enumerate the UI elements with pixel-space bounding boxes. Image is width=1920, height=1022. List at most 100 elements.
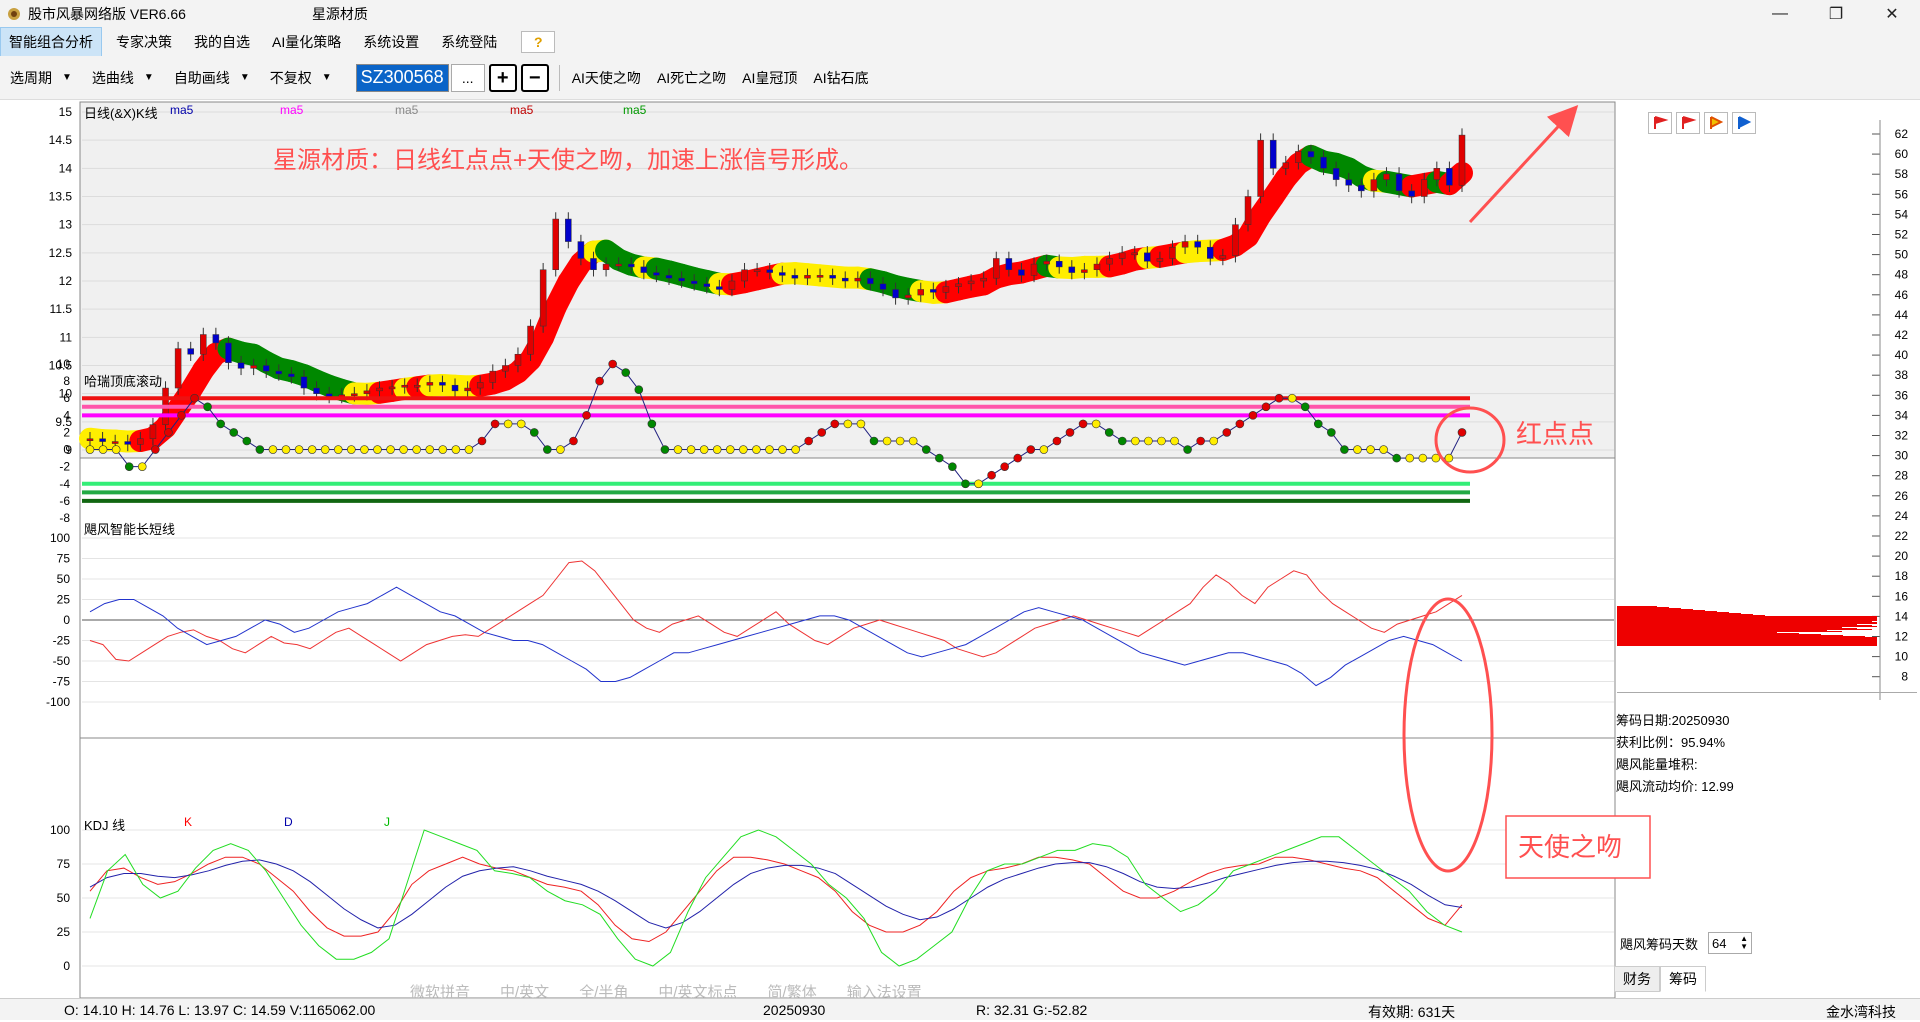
harry-dot: [204, 403, 212, 411]
adjust-dropdown[interactable]: 不复权 ▼: [270, 68, 332, 88]
candle-body: [477, 382, 483, 388]
chip-bar: [1617, 633, 1799, 634]
harry-dot: [413, 446, 421, 454]
harry-dot: [269, 446, 277, 454]
menu-smart-combo[interactable]: 智能组合分析: [0, 27, 102, 57]
tab-finance[interactable]: 财务: [1614, 966, 1660, 992]
harry-dot: [99, 446, 107, 454]
y-tick-label: 2: [63, 425, 70, 439]
tab-chips[interactable]: 筹码: [1660, 966, 1706, 992]
candle-body: [1308, 151, 1314, 157]
period-dropdown[interactable]: 选周期 ▼: [10, 68, 72, 88]
y-tick-label: -4: [59, 477, 70, 491]
browse-button[interactable]: ...: [451, 64, 485, 92]
menu-watchlist[interactable]: 我的自选: [186, 28, 258, 56]
harry-dot: [622, 369, 630, 377]
harry-dot: [948, 463, 956, 471]
candle-body: [1169, 247, 1175, 258]
zoom-out-button[interactable]: −: [521, 64, 549, 92]
ai-crown-top-button[interactable]: AI皇冠顶: [742, 68, 797, 88]
candle-body: [905, 295, 911, 298]
harry-dot: [400, 446, 408, 454]
harry-dot: [1380, 446, 1388, 454]
candle-body: [389, 387, 395, 389]
candle-body: [616, 264, 622, 266]
candle-body: [842, 278, 848, 281]
ma-label-2: ma5: [280, 103, 304, 117]
chart-area[interactable]: 1514.51413.51312.51211.51110.5109.59 108…: [0, 100, 1920, 998]
harry-dot: [922, 446, 930, 454]
status-ohlc: O: 14.10 H: 14.76 L: 13.97 C: 14.59 V:11…: [64, 1002, 375, 1018]
candle-body: [175, 349, 181, 388]
help-button[interactable]: ?: [521, 31, 555, 53]
right-tick-label: 58: [1895, 167, 1909, 181]
candle-body: [1383, 174, 1389, 180]
ai-diamond-bottom-button[interactable]: AI钻石底: [813, 68, 868, 88]
harry-dot: [596, 377, 604, 385]
flag-icon[interactable]: [1648, 112, 1672, 134]
kdj-k-label: K: [184, 815, 192, 829]
harry-dot: [1301, 403, 1309, 411]
spinner-arrows-icon[interactable]: ▲▼: [1740, 935, 1748, 951]
menu-expert[interactable]: 专家决策: [108, 28, 180, 56]
harry-dot: [308, 446, 316, 454]
chip-bar: [1617, 607, 1669, 608]
harry-dot: [86, 446, 94, 454]
chip-bar: [1617, 611, 1717, 612]
candle-body: [729, 281, 735, 289]
ai-death-kiss-button[interactable]: AI死亡之吻: [657, 68, 726, 88]
harry-dot: [726, 446, 734, 454]
curve-dropdown[interactable]: 选曲线 ▼: [92, 68, 154, 88]
candle-body: [1421, 180, 1427, 197]
candle-body: [679, 278, 685, 281]
candle-body: [87, 439, 93, 441]
candle-body: [1258, 140, 1264, 196]
stock-code-input[interactable]: SZ300568: [356, 64, 449, 92]
harry-dot: [230, 428, 238, 436]
flag-icon[interactable]: [1704, 112, 1728, 134]
draw-label: 自助画线: [174, 68, 230, 88]
close-icon[interactable]: ✕: [1864, 0, 1920, 28]
draw-dropdown[interactable]: 自助画线 ▼: [174, 68, 250, 88]
restore-icon[interactable]: ❐: [1808, 0, 1864, 28]
harry-dot: [243, 437, 251, 445]
ai-angel-kiss-button[interactable]: AI天使之吻: [572, 68, 641, 88]
flag-icon[interactable]: [1676, 112, 1700, 134]
harry-dot: [360, 446, 368, 454]
candle-body: [238, 363, 244, 369]
menu-login[interactable]: 系统登陆: [433, 28, 505, 56]
candle-body: [200, 335, 206, 355]
chip-bar: [1617, 634, 1821, 635]
harry-dot: [1144, 437, 1152, 445]
chip-days-spinner[interactable]: 64 ▲▼: [1708, 932, 1752, 954]
y-tick-label: -8: [59, 511, 70, 525]
candle-body: [213, 335, 219, 343]
candle-body: [1232, 225, 1238, 256]
candle-body: [1207, 247, 1213, 258]
candle-body: [880, 284, 886, 290]
zoom-in-button[interactable]: +: [489, 64, 517, 92]
flag-icon[interactable]: [1732, 112, 1756, 134]
harry-dot: [164, 428, 172, 436]
right-tick-label: 22: [1895, 529, 1909, 543]
menu-ai-strategy[interactable]: AI量化策略: [264, 28, 349, 56]
harry-dot: [1406, 454, 1414, 462]
candle-body: [251, 366, 257, 369]
chip-flag-toolbar: [1648, 112, 1756, 134]
y-tick-label: 4: [63, 408, 70, 422]
right-tick-label: 24: [1895, 509, 1909, 523]
candle-body: [993, 258, 999, 278]
candle-body: [1195, 242, 1201, 248]
harry-dot: [177, 411, 185, 419]
candle-body: [1396, 174, 1402, 191]
right-tick-label: 32: [1895, 429, 1909, 443]
y-tick-label: 14.5: [49, 133, 73, 147]
chip-bar: [1617, 617, 1877, 618]
minimize-icon[interactable]: —: [1752, 0, 1808, 28]
harry-dot: [387, 446, 395, 454]
menu-settings[interactable]: 系统设置: [355, 28, 427, 56]
harry-dot: [191, 394, 199, 402]
y-tick-label: 75: [57, 552, 71, 566]
candle-body: [628, 264, 634, 267]
chip-bar: [1617, 637, 1877, 638]
